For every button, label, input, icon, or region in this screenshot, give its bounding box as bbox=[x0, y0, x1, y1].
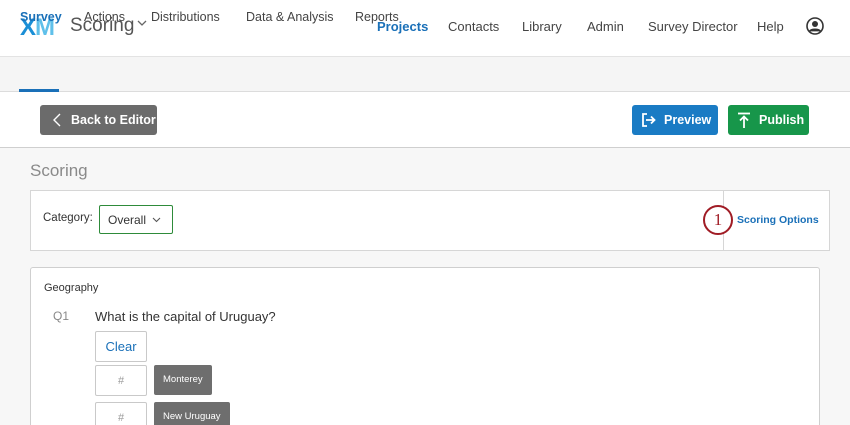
choice-score-input[interactable] bbox=[95, 365, 147, 396]
user-circle-icon[interactable] bbox=[806, 17, 824, 35]
category-select-value: Overall bbox=[108, 213, 147, 227]
choice-label: New Uruguay bbox=[154, 402, 230, 425]
chevron-left-icon bbox=[53, 113, 61, 127]
question-number: Q1 bbox=[53, 309, 70, 323]
choice-label: Monterey bbox=[154, 365, 212, 395]
nav-survey-director[interactable]: Survey Director bbox=[648, 19, 738, 34]
callout-badge: 1 bbox=[703, 205, 733, 235]
question-text: What is the capital of Uruguay? bbox=[95, 309, 276, 324]
scoring-options-link[interactable]: Scoring Options bbox=[737, 214, 819, 226]
tab-actions[interactable]: Actions bbox=[84, 10, 125, 24]
publish-icon bbox=[738, 112, 750, 128]
preview-icon bbox=[642, 113, 656, 127]
page-title: Scoring bbox=[30, 161, 88, 180]
tab-survey[interactable]: Survey bbox=[20, 10, 62, 24]
chevron-down-icon[interactable] bbox=[137, 18, 147, 28]
chevron-down-icon bbox=[152, 217, 161, 223]
nav-library[interactable]: Library bbox=[522, 19, 562, 34]
tab-data-analysis[interactable]: Data & Analysis bbox=[246, 10, 334, 24]
tab-reports[interactable]: Reports bbox=[355, 10, 399, 24]
nav-contacts[interactable]: Contacts bbox=[448, 19, 499, 34]
nav-admin[interactable]: Admin bbox=[587, 19, 624, 34]
category-label: Category: bbox=[43, 212, 93, 224]
back-to-editor-button[interactable]: Back to Editor bbox=[40, 105, 157, 135]
block-title: Geography bbox=[44, 282, 99, 294]
clear-button[interactable]: Clear bbox=[95, 331, 147, 362]
tab-distributions[interactable]: Distributions bbox=[151, 10, 220, 24]
choice-score-input[interactable] bbox=[95, 402, 147, 425]
tab-bar bbox=[0, 57, 850, 92]
nav-help[interactable]: Help bbox=[757, 19, 784, 34]
question-block bbox=[30, 267, 820, 425]
publish-button[interactable]: Publish bbox=[728, 105, 809, 135]
preview-button[interactable]: Preview bbox=[632, 105, 718, 135]
